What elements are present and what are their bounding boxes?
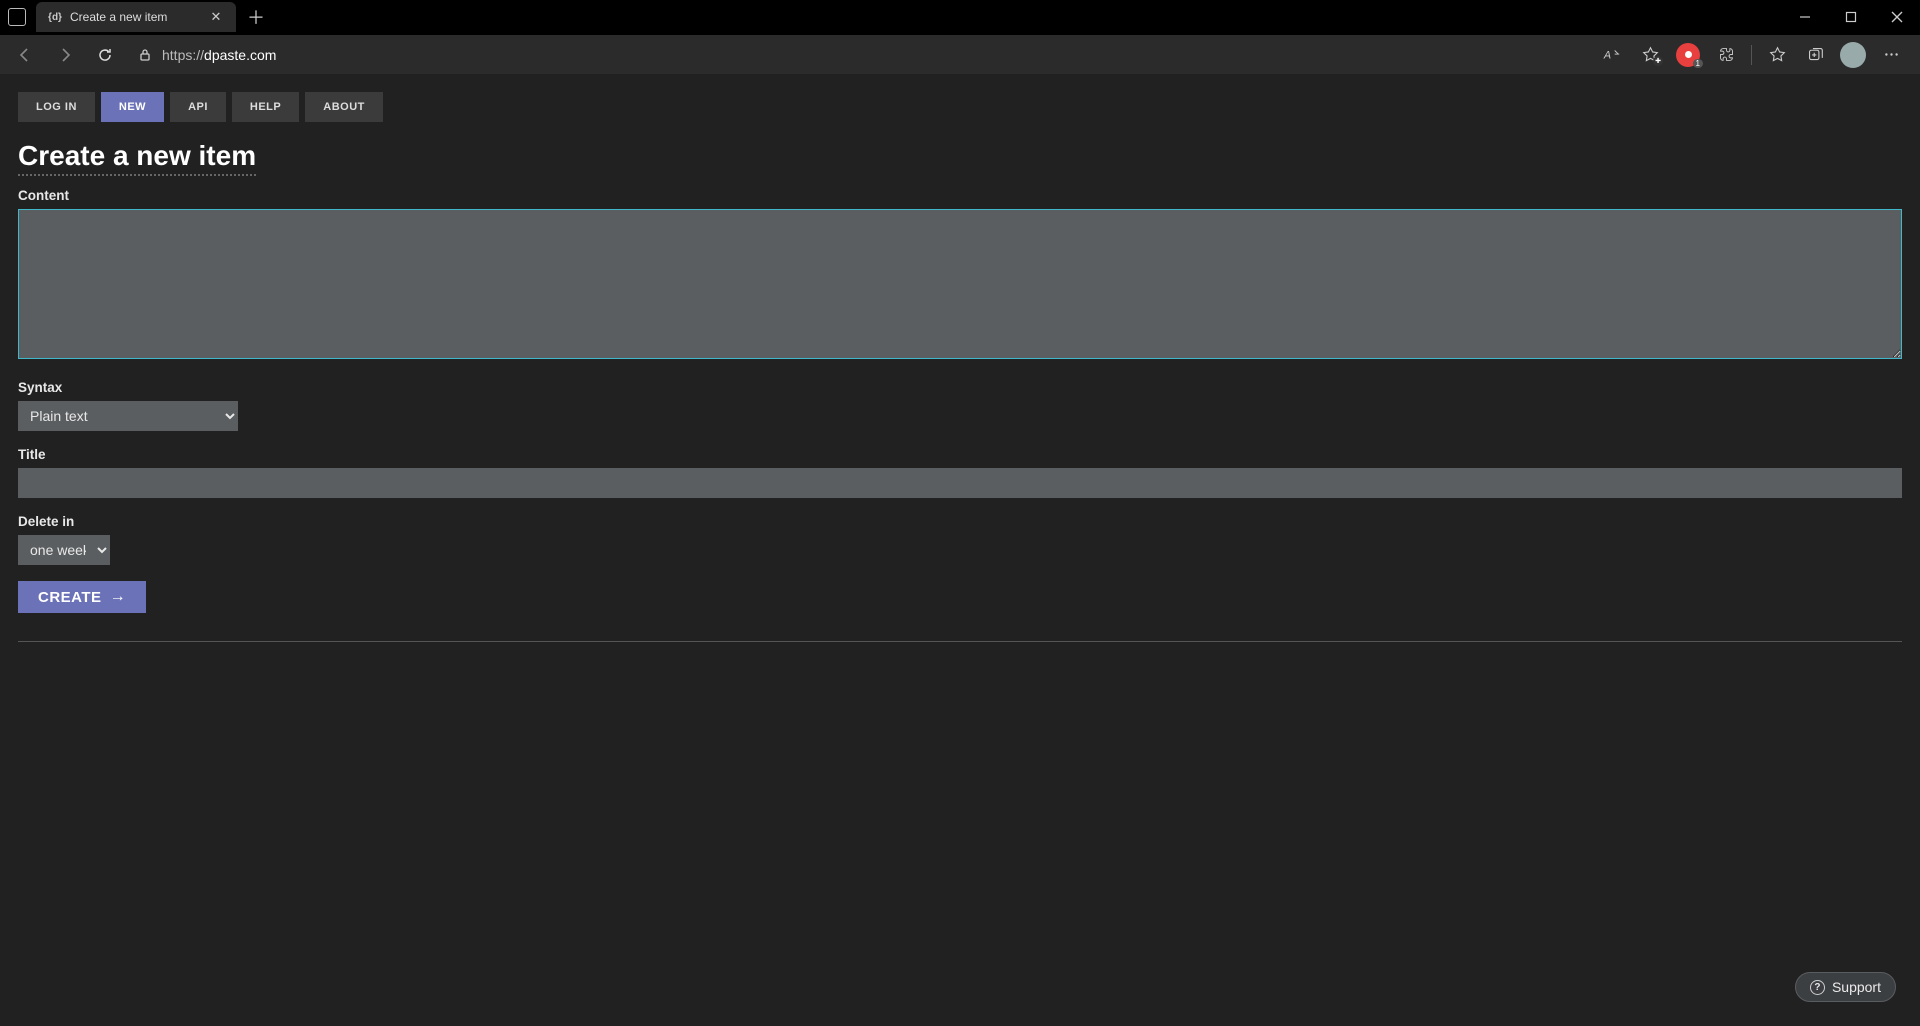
url-text: https://dpaste.com [162, 47, 276, 63]
label-title: Title [18, 447, 1902, 462]
divider [18, 641, 1902, 642]
tab-title: Create a new item [70, 10, 200, 24]
help-icon: ? [1810, 980, 1825, 995]
lock-icon [138, 48, 152, 62]
create-button[interactable]: CREATE → [18, 581, 146, 613]
syntax-select[interactable]: Plain text [18, 401, 238, 431]
collections-icon[interactable] [1798, 40, 1832, 70]
page-content: LOG IN NEW API HELP ABOUT Create a new i… [0, 74, 1920, 1026]
tab-actions-icon[interactable] [8, 8, 26, 26]
nav-forward-button[interactable] [48, 40, 82, 70]
new-tab-button[interactable]: ＋ [242, 3, 270, 31]
extension-badge: 1 [1693, 59, 1703, 68]
nav-new-button[interactable]: NEW [101, 92, 164, 122]
browser-chrome: {d} Create a new item ✕ ＋ [0, 0, 1920, 74]
url-region[interactable]: https://dpaste.com [128, 40, 1589, 70]
page-title: Create a new item [18, 140, 256, 176]
arrow-right-icon: → [110, 588, 127, 606]
label-delete-in: Delete in [18, 514, 1902, 529]
browser-tab[interactable]: {d} Create a new item ✕ [36, 2, 236, 32]
field-delete-in: Delete in one week [18, 514, 1902, 565]
field-syntax: Syntax Plain text [18, 380, 1902, 431]
profile-avatar[interactable] [1836, 40, 1870, 70]
nav-back-button[interactable] [8, 40, 42, 70]
nav-about-button[interactable]: ABOUT [305, 92, 383, 122]
address-bar: https://dpaste.com A ✚ 1 [0, 34, 1920, 74]
nav-api-button[interactable]: API [170, 92, 226, 122]
site-nav: LOG IN NEW API HELP ABOUT [18, 92, 1902, 122]
window-maximize-button[interactable] [1828, 0, 1874, 34]
favorites-icon[interactable] [1760, 40, 1794, 70]
content-textarea[interactable] [18, 209, 1902, 359]
support-widget[interactable]: ? Support [1795, 972, 1896, 1002]
label-syntax: Syntax [18, 380, 1902, 395]
tab-close-icon[interactable]: ✕ [208, 9, 224, 25]
delete-in-select[interactable]: one week [18, 535, 110, 565]
favorites-badge-icon: ✚ [1653, 56, 1663, 66]
label-content: Content [18, 188, 1902, 203]
window-controls [1782, 0, 1920, 34]
field-title: Title [18, 447, 1902, 498]
nav-login-button[interactable]: LOG IN [18, 92, 95, 122]
favorites-add-icon[interactable]: ✚ [1633, 40, 1667, 70]
url-host: dpaste.com [204, 47, 276, 63]
field-content: Content [18, 188, 1902, 364]
titlebar: {d} Create a new item ✕ ＋ [0, 0, 1920, 34]
nav-help-button[interactable]: HELP [232, 92, 299, 122]
url-scheme: https:// [162, 47, 204, 63]
extensions-icon[interactable] [1709, 40, 1743, 70]
window-minimize-button[interactable] [1782, 0, 1828, 34]
window-close-button[interactable] [1874, 0, 1920, 34]
title-input[interactable] [18, 468, 1902, 498]
tab-favicon: {d} [48, 10, 62, 24]
toolbar-right-icons: A ✚ 1 [1595, 40, 1912, 70]
support-label: Support [1832, 979, 1881, 995]
more-menu-icon[interactable] [1874, 40, 1908, 70]
read-aloud-icon[interactable]: A [1595, 40, 1629, 70]
svg-text:A: A [1603, 49, 1611, 61]
extension-adblock-icon[interactable]: 1 [1671, 40, 1705, 70]
create-button-label: CREATE [38, 589, 102, 606]
toolbar-separator [1751, 45, 1752, 65]
nav-refresh-button[interactable] [88, 40, 122, 70]
